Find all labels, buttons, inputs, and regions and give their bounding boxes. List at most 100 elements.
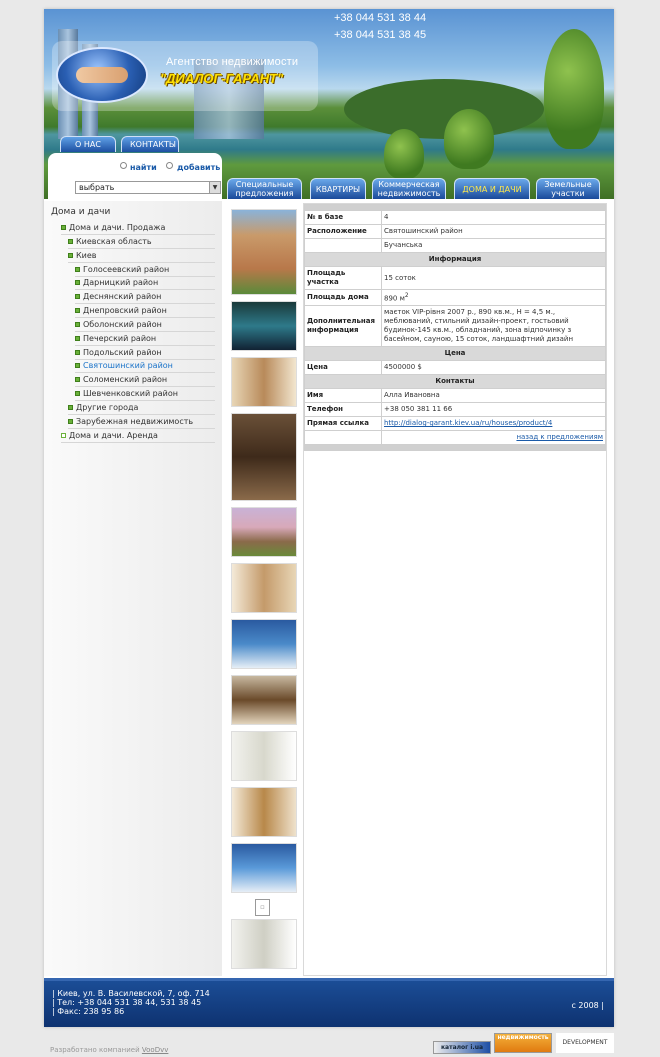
plot-area-value: 15 соток <box>381 266 606 290</box>
sidebar-item-podilskyi[interactable]: Подольский район <box>75 347 215 360</box>
sidebar-title: Дома и дачи <box>51 207 111 217</box>
chevron-down-icon[interactable]: ▼ <box>209 182 220 193</box>
property-info-table: № в базе 4 Расположение Святошинский рай… <box>304 204 606 452</box>
sidebar-item-darnytskyi[interactable]: Дарницкий район <box>75 277 215 290</box>
table-row: назад к предложениям <box>304 430 606 446</box>
room-photo-thumbnail[interactable] <box>231 563 297 613</box>
sidebar-item-abroad[interactable]: Зарубежная недвижимость <box>68 416 215 429</box>
kitchen-photo-thumbnail[interactable] <box>231 731 297 781</box>
tab-special-offers[interactable]: Специальные предложения <box>227 178 302 199</box>
bullet-icon <box>68 239 73 244</box>
tree-graphic <box>384 129 424 179</box>
table-row: Площадь участка 15 соток <box>304 266 606 290</box>
bullet-icon <box>61 225 66 230</box>
table-row: Бучанська <box>304 238 606 253</box>
bullet-icon <box>68 405 73 410</box>
bullet-icon <box>75 391 80 396</box>
exterior-photo-thumbnail[interactable] <box>231 507 297 557</box>
plot-area-label: Площадь участка <box>304 266 382 290</box>
footer-fax: | Факс: 238 95 86 <box>52 1007 125 1016</box>
bullet-icon <box>75 350 80 355</box>
house-photo-thumbnail[interactable] <box>231 209 297 295</box>
sidebar-item-holosiivskyi[interactable]: Голосеевский район <box>75 264 215 277</box>
table-row: № в базе 4 <box>304 210 606 225</box>
sidebar-item-other-cities[interactable]: Другие города <box>68 402 215 415</box>
tree-graphic <box>544 29 604 149</box>
pool-photo-thumbnail[interactable] <box>231 301 297 351</box>
extra-info-label: Дополнительная информация <box>304 305 382 348</box>
contact-name-value: Алла Ивановна <box>381 388 606 404</box>
search-box: найти добавить выбрать ▼ <box>48 153 222 199</box>
table-row: Площадь дома 890 м2 <box>304 288 606 307</box>
footer-phone: | Тел: +38 044 531 38 44, 531 38 45 <box>52 998 202 1007</box>
id-label: № в базе <box>304 210 382 225</box>
realty-counter-badge[interactable]: недвижимость <box>494 1033 552 1053</box>
sidebar-item-houses-rent[interactable]: Дома и дачи. Аренда <box>61 430 215 443</box>
kitchen-2-photo-thumbnail[interactable] <box>231 919 297 969</box>
interior-photo-thumbnail[interactable] <box>231 357 297 407</box>
house-area-value: 890 м2 <box>381 288 606 307</box>
sidebar: Дома и дачи Дома и дачи. Продажа Киевска… <box>44 201 222 976</box>
sidebar-item-desnianskyi[interactable]: Деснянский район <box>75 291 215 304</box>
header-banner: Агентство недвижимости "ДИАЛОГ-ГАРАНТ" +… <box>44 9 614 199</box>
tab-flats[interactable]: КВАРТИРЫ <box>310 178 366 199</box>
radio-find-label[interactable]: найти <box>130 163 157 172</box>
bullet-icon <box>75 322 80 327</box>
sidebar-item-sviatoshynskyi[interactable]: Святошинский район <box>75 360 215 373</box>
broken-image-icon[interactable]: ▫ <box>255 899 270 916</box>
living-room-photo-thumbnail[interactable] <box>231 787 297 837</box>
sidebar-item-solomianskyi[interactable]: Соломенский район <box>75 374 215 387</box>
extra-info-value: маєток VIP-рівня 2007 р., 890 кв.м., H =… <box>381 305 606 348</box>
bullet-icon <box>75 377 80 382</box>
tab-contacts[interactable]: КОНТАКТЫ <box>121 136 179 152</box>
sidebar-item-shevchenkivskyi[interactable]: Шевченковский район <box>75 388 215 401</box>
sidebar-item-kyiv[interactable]: Киев <box>68 250 215 263</box>
bullet-icon <box>68 253 73 258</box>
handshake-icon <box>76 67 128 83</box>
direct-link[interactable]: http://dialog-garant.kiev.ua/ru/houses/p… <box>384 419 552 427</box>
tree-graphic <box>444 109 494 169</box>
sidebar-item-dniprovskyi[interactable]: Днепровский район <box>75 305 215 318</box>
section-header-contacts: Контакты <box>304 374 606 390</box>
photo-thumbnails <box>227 201 300 976</box>
category-select-value: выбрать <box>79 183 115 192</box>
sidebar-item-obolonskyi[interactable]: Оболонский район <box>75 319 215 332</box>
radio-add[interactable] <box>166 162 173 169</box>
location-value: Святошинский район <box>381 224 606 239</box>
page-container: Агентство недвижимости "ДИАЛОГ-ГАРАНТ" +… <box>44 9 614 1027</box>
back-to-offers-link[interactable]: назад к предложениям <box>516 433 603 441</box>
tab-about[interactable]: О НАС <box>60 136 116 152</box>
sidebar-item-pecherskyi[interactable]: Печерский район <box>75 333 215 346</box>
developer-link[interactable]: VooDvv <box>142 1046 169 1054</box>
bathroom-2-photo-thumbnail[interactable] <box>231 843 297 893</box>
direct-link-label: Прямая ссылка <box>304 416 382 432</box>
house-area-label: Площадь дома <box>304 288 382 307</box>
radio-add-label[interactable]: добавить <box>177 163 220 172</box>
radio-find[interactable] <box>120 162 127 169</box>
developer-logo-badge[interactable]: DEVELOPMENT <box>556 1033 614 1053</box>
table-row: Расположение Святошинский район <box>304 224 606 239</box>
agency-name[interactable]: "ДИАЛОГ-ГАРАНТ" <box>160 71 283 86</box>
table-row: Имя Алла Ивановна <box>304 388 606 404</box>
tab-houses[interactable]: ДОМА И ДАЧИ <box>454 178 530 199</box>
area-unit-superscript: 2 <box>404 293 409 299</box>
catalog-badge[interactable]: каталог i.ua <box>433 1041 491 1054</box>
tab-land[interactable]: Земельные участки <box>536 178 600 199</box>
location-value-2: Бучанська <box>381 238 606 253</box>
agency-label: Агентство недвижимости <box>166 56 299 68</box>
contact-name-label: Имя <box>304 388 382 404</box>
table-bottom-bar <box>304 444 606 452</box>
bathroom-photo-thumbnail[interactable] <box>231 619 297 669</box>
hall-photo-thumbnail[interactable] <box>231 675 297 725</box>
contact-phone-label: Телефон <box>304 402 382 418</box>
sidebar-item-houses-sale[interactable]: Дома и дачи. Продажа <box>61 222 215 235</box>
table-row: Телефон +38 050 381 11 66 <box>304 402 606 418</box>
contact-phone-value: +38 050 381 11 66 <box>381 402 606 418</box>
bullet-icon <box>75 363 80 368</box>
category-select[interactable]: выбрать ▼ <box>75 181 221 194</box>
tab-commercial[interactable]: Коммерческая недвижимость <box>372 178 446 199</box>
staircase-photo-thumbnail[interactable] <box>231 413 297 501</box>
sidebar-item-kyiv-region[interactable]: Киевская область <box>68 236 215 249</box>
footer: | Киев, ул. В. Василевской, 7, оф. 714 |… <box>44 978 614 1027</box>
bullet-icon <box>75 294 80 299</box>
